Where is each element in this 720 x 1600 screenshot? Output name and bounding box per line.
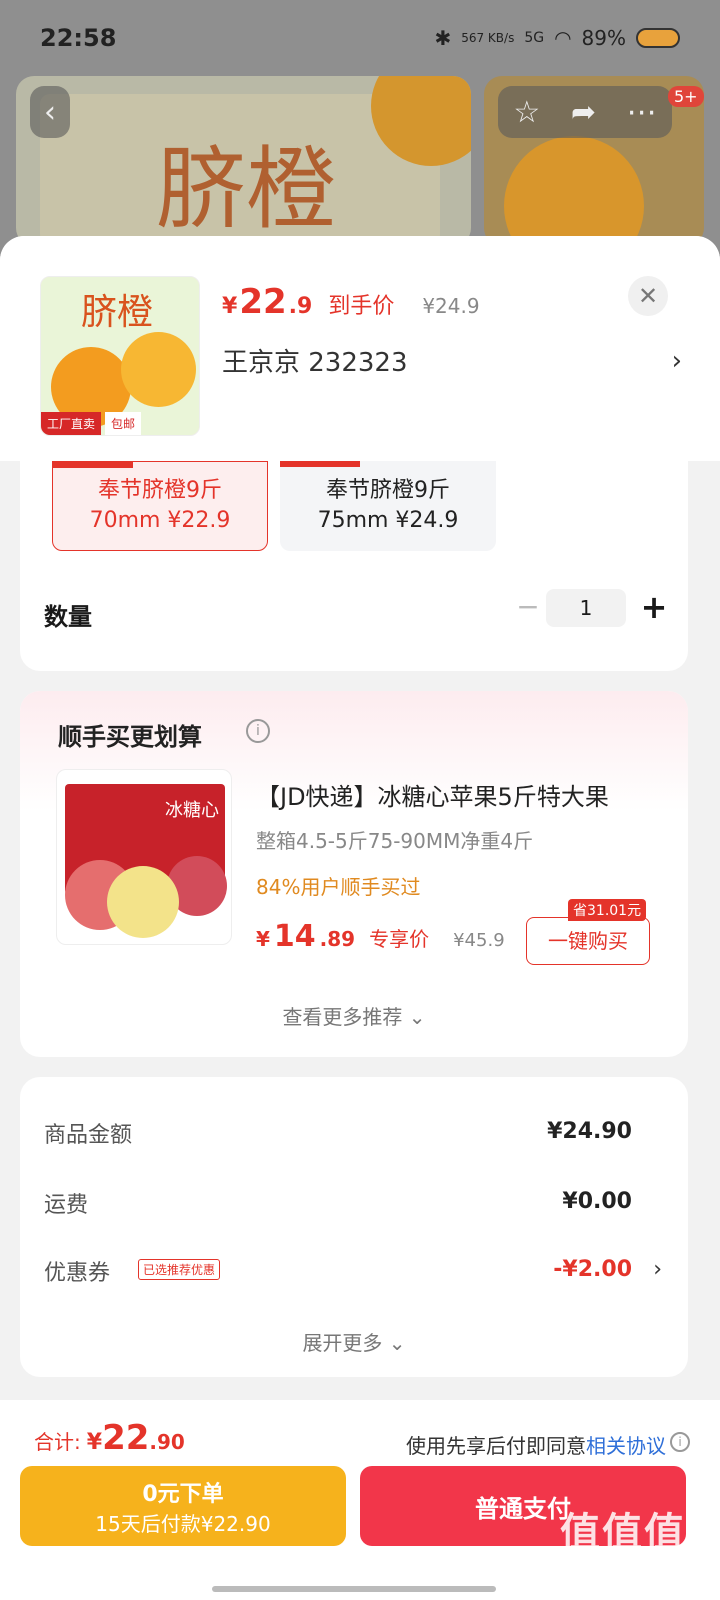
factory-tag: 工厂直卖 — [41, 412, 102, 435]
recommend-image[interactable]: 冰糖心 — [56, 769, 232, 945]
info-icon[interactable]: i — [246, 719, 270, 743]
network-speed: 567 KB/s — [461, 31, 515, 45]
status-time: 22:58 — [40, 24, 117, 52]
star-icon[interactable]: ☆ — [513, 95, 540, 130]
share-icon[interactable]: ➦ — [571, 95, 596, 130]
status-bar: 22:58 ✱ 567 KB/s 5G ◠ 89% — [0, 0, 720, 76]
spec-option-70mm[interactable]: 奉节脐橙9斤 70mm ¥22.9 — [52, 461, 268, 551]
recommend-spec: 整箱4.5-5斤75-90MM净重4斤 — [256, 829, 534, 853]
status-icons: ✱ 567 KB/s 5G ◠ 89% — [434, 26, 680, 50]
total-row: 合计: ¥ 22 .90 — [34, 1418, 185, 1458]
shipping-value: ¥0.00 — [562, 1189, 632, 1214]
spec-line2: 75mm ¥24.9 — [317, 508, 459, 533]
price-symbol: ¥ — [256, 927, 270, 951]
close-icon: ✕ — [637, 282, 659, 310]
quantity-label: 数量 — [44, 603, 92, 631]
amount-card: 商品金额 ¥24.90 运费 ¥0.00 优惠券 已选推荐优惠 -¥2.00 ›… — [20, 1077, 688, 1377]
pay-later-button[interactable]: 0元下单 15天后付款¥22.90 — [20, 1466, 346, 1546]
signal-icon: 5G — [524, 30, 545, 46]
total-symbol: ¥ — [86, 1430, 103, 1455]
price-dec: .89 — [319, 927, 356, 951]
goods-amount-value: ¥24.90 — [547, 1119, 632, 1144]
battery-icon — [636, 28, 680, 48]
quantity-input[interactable]: 1 — [546, 589, 626, 627]
more-icon[interactable]: ⋯ — [627, 95, 657, 130]
recommend-price: ¥ 14 .89 专享价 ¥45.9 — [256, 919, 505, 954]
coupon-value[interactable]: -¥2.00 — [553, 1257, 632, 1282]
original-price: ¥45.9 — [453, 930, 505, 951]
price-label: 专享价 — [369, 927, 430, 951]
bluetooth-icon: ✱ — [434, 26, 452, 50]
agreement-link[interactable]: 相关协议 — [586, 1434, 666, 1458]
total-label: 合计: — [34, 1430, 81, 1454]
price-symbol: ¥ — [222, 294, 238, 319]
save-badge: 省31.01元 — [568, 899, 647, 921]
address-row[interactable]: 王京京 232323 › — [222, 342, 682, 379]
spec-tag-strip — [53, 462, 133, 468]
wifi-icon: ◠ — [554, 26, 572, 50]
original-price: ¥24.9 — [422, 294, 480, 318]
close-button[interactable]: ✕ — [628, 276, 668, 316]
pay-later-subtitle: 15天后付款¥22.90 — [95, 1511, 271, 1536]
spec-card: 奉节脐橙9斤 70mm ¥22.9 奉节脐橙9斤 75mm ¥24.9 数量 −… — [20, 461, 688, 671]
shipping-label: 运费 — [44, 1193, 89, 1218]
thumb-title: 脐橙 — [81, 292, 154, 333]
box-text: 冰糖心 — [165, 800, 219, 821]
recommend-card: 顺手买更划算 i 冰糖心 【JD快递】冰糖心苹果5斤特大果 整箱4.5-5斤75… — [20, 691, 688, 1057]
purchase-sheet: 脐橙 工厂直卖 包邮 ¥ 22 .9 到手价 ¥24.9 ✕ 王京京 23232… — [0, 236, 720, 1600]
agreement-text: 使用先享后付即同意 — [406, 1434, 586, 1458]
watermark-logo: 值值值 — [560, 1510, 686, 1556]
spec-line1: 奉节脐橙9斤 — [326, 478, 450, 503]
spec-option-75mm[interactable]: 奉节脐橙9斤 75mm ¥24.9 — [280, 461, 496, 551]
free-shipping-tag: 包邮 — [105, 412, 142, 435]
back-button[interactable]: ‹ — [30, 86, 70, 138]
product-banner: 脐橙 — [16, 76, 471, 246]
coupon-label[interactable]: 优惠券 — [44, 1255, 110, 1287]
expand-more-link[interactable]: 展开更多 ⌄ — [20, 1327, 688, 1356]
address-text: 王京京 232323 — [222, 348, 408, 378]
price-int: 22 — [239, 282, 287, 322]
spec-line1: 奉节脐橙9斤 — [98, 478, 222, 503]
spec-line2: 70mm ¥22.9 — [89, 508, 231, 533]
product-header: 脐橙 工厂直卖 包邮 ¥ 22 .9 到手价 ¥24.9 ✕ 王京京 23232… — [0, 236, 720, 461]
top-actions: ☆ ➦ ⋯ — [498, 86, 672, 138]
banner-title: 脐橙 — [156, 137, 336, 242]
goods-amount-label: 商品金额 — [44, 1123, 133, 1148]
quantity-minus-button[interactable]: − — [508, 587, 548, 627]
chevron-right-icon: › — [671, 345, 682, 376]
more-recommend-link[interactable]: 查看更多推荐 ⌄ — [20, 1001, 688, 1030]
one-click-buy-button[interactable]: 一键购买 — [526, 917, 650, 965]
orange-image — [121, 332, 196, 407]
pay-later-title: 0元下单 — [142, 1481, 224, 1507]
recommend-product-name[interactable]: 【JD快递】冰糖心苹果5斤特大果 — [256, 777, 666, 812]
chevron-right-icon[interactable]: › — [653, 1257, 662, 1282]
total-int: 22 — [102, 1418, 150, 1458]
apple-slice-image — [107, 866, 179, 938]
recommend-bought: 84%用户顺手买过 — [256, 875, 421, 899]
total-dec: .90 — [149, 1430, 185, 1454]
coupon-tag: 已选推荐优惠 — [138, 1259, 221, 1280]
home-indicator[interactable] — [212, 1586, 496, 1592]
watermark-url: zhizhizhi.com — [568, 1552, 663, 1568]
price-label: 到手价 — [328, 294, 395, 319]
price-int: 14 — [273, 919, 316, 954]
battery-percent: 89% — [581, 26, 626, 50]
agreement-row: 使用先享后付即同意相关协议 — [406, 1430, 666, 1459]
quantity-plus-button[interactable]: + — [634, 587, 674, 627]
spec-tag-strip — [280, 461, 360, 467]
cart-badge: 5+ — [668, 86, 704, 107]
orange-image — [504, 136, 644, 246]
recommend-title: 顺手买更划算 — [58, 723, 202, 751]
price-row: ¥ 22 .9 到手价 ¥24.9 — [222, 282, 480, 322]
price-dec: .9 — [288, 294, 313, 319]
info-icon[interactable]: i — [670, 1432, 690, 1452]
product-thumbnail: 脐橙 工厂直卖 包邮 — [40, 276, 200, 436]
